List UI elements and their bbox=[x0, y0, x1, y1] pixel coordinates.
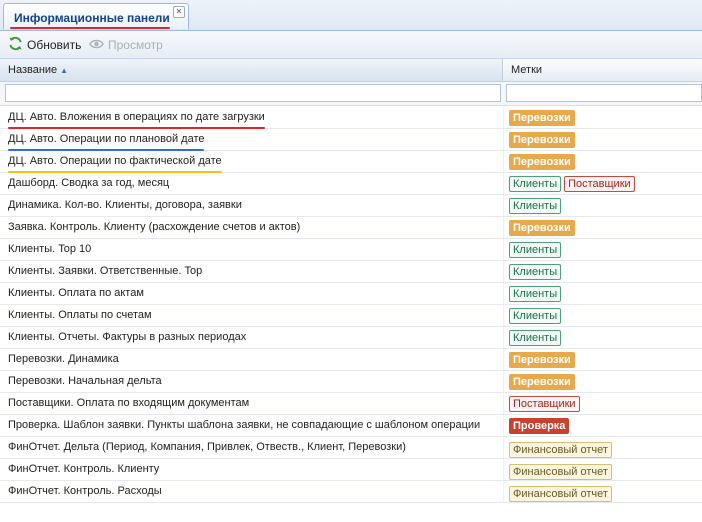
table-row[interactable]: Поставщики. Оплата по входящим документа… bbox=[0, 393, 702, 415]
sort-ascending-icon: ▲ bbox=[60, 66, 69, 75]
column-header-name-label: Название bbox=[8, 64, 58, 76]
tag-badge[interactable]: Клиенты bbox=[509, 330, 562, 346]
tab-info-panels[interactable]: Информационные панели ✕ bbox=[3, 3, 189, 29]
tag-badge[interactable]: Клиенты bbox=[509, 286, 562, 302]
row-name: ДЦ. Авто. Операции по фактической дате bbox=[8, 151, 222, 173]
row-name: ДЦ. Авто. Операции по плановой дате bbox=[8, 129, 204, 151]
tag-badge[interactable]: Финансовый отчет bbox=[509, 464, 612, 480]
row-name: ДЦ. Авто. Вложения в операциях по дате з… bbox=[8, 107, 265, 129]
row-name: Перевозки. Начальная дельта bbox=[8, 375, 162, 387]
row-tags: Клиенты bbox=[509, 198, 562, 214]
column-header-name[interactable]: Название ▲ bbox=[0, 59, 503, 81]
tab-underline-mark bbox=[10, 27, 170, 29]
table-row[interactable]: Перевозки. Динамика Перевозки bbox=[0, 349, 702, 371]
tag-badge[interactable]: Перевозки bbox=[509, 374, 575, 390]
row-name: Клиенты. Заявки. Ответственные. Top bbox=[8, 265, 203, 277]
table-row[interactable]: Клиенты. Оплата по актам Клиенты bbox=[0, 283, 702, 305]
row-name: ФинОтчет. Дельта (Период, Компания, Прив… bbox=[8, 441, 406, 453]
row-tags: Клиенты bbox=[509, 308, 562, 324]
table-row[interactable]: Проверка. Шаблон заявки. Пункты шаблона … bbox=[0, 415, 702, 437]
tab-label: Информационные панели bbox=[14, 11, 170, 25]
refresh-button[interactable]: Обновить bbox=[8, 36, 81, 54]
row-tags: Перевозки bbox=[509, 220, 575, 236]
row-tags: Перевозки bbox=[509, 154, 575, 170]
tag-badge[interactable]: Клиенты bbox=[509, 264, 562, 280]
table-row[interactable]: ДЦ. Авто. Операции по плановой дате Перев… bbox=[0, 129, 702, 151]
tag-badge[interactable]: Перевозки bbox=[509, 110, 575, 126]
tag-badge[interactable]: Клиенты bbox=[509, 176, 562, 192]
row-name: Проверка. Шаблон заявки. Пункты шаблона … bbox=[8, 419, 481, 431]
tag-badge[interactable]: Перевозки bbox=[509, 132, 575, 148]
tag-badge[interactable]: Перевозки bbox=[509, 154, 575, 170]
table-row[interactable]: ДЦ. Авто. Операции по фактической дате Пе… bbox=[0, 151, 702, 173]
row-tags: Перевозки bbox=[509, 352, 575, 368]
tag-badge[interactable]: Клиенты bbox=[509, 308, 562, 324]
refresh-label: Обновить bbox=[27, 38, 82, 52]
filter-row bbox=[0, 82, 702, 106]
row-tags: Проверка bbox=[509, 418, 570, 434]
view-label: Просмотр bbox=[108, 38, 163, 52]
row-tags: Перевозки bbox=[509, 132, 575, 148]
table-row[interactable]: Клиенты. Отчеты. Фактуры в разных период… bbox=[0, 327, 702, 349]
row-tags: Клиенты bbox=[509, 286, 562, 302]
table-row[interactable]: Динамика. Кол-во. Клиенты, договора, зая… bbox=[0, 195, 702, 217]
tags-filter-input[interactable] bbox=[506, 84, 702, 102]
row-tags: Поставщики bbox=[509, 396, 580, 412]
row-name: Поставщики. Оплата по входящим документа… bbox=[8, 397, 250, 409]
tag-badge[interactable]: Финансовый отчет bbox=[509, 486, 612, 502]
close-icon[interactable]: ✕ bbox=[173, 6, 185, 18]
row-name: Перевозки. Динамика bbox=[8, 353, 119, 365]
table-row[interactable]: Перевозки. Начальная дельта Перевозки bbox=[0, 371, 702, 393]
toolbar: Обновить Просмотр bbox=[0, 31, 702, 59]
table-row[interactable]: ФинОтчет. Дельта (Период, Компания, Прив… bbox=[0, 437, 702, 459]
tag-badge[interactable]: Поставщики bbox=[509, 396, 580, 412]
row-name: Клиенты. Отчеты. Фактуры в разных период… bbox=[8, 331, 247, 343]
row-name: ФинОтчет. Контроль. Клиенту bbox=[8, 463, 160, 475]
row-tags: Клиенты bbox=[509, 330, 562, 346]
row-tags: Клиенты bbox=[509, 264, 562, 280]
row-name: Дашборд. Сводка за год, месяц bbox=[8, 177, 170, 189]
tag-badge[interactable]: Перевозки bbox=[509, 352, 575, 368]
table-row[interactable]: Клиенты. Заявки. Ответственные. Top Клиен… bbox=[0, 261, 702, 283]
tag-badge[interactable]: Поставщики bbox=[564, 176, 635, 192]
refresh-icon bbox=[8, 36, 23, 54]
table-row[interactable]: Заявка. Контроль. Клиенту (расхождение с… bbox=[0, 217, 702, 239]
tag-badge[interactable]: Перевозки bbox=[509, 220, 575, 236]
row-tags: Клиенты Поставщики bbox=[509, 176, 635, 192]
row-name: Клиенты. Оплаты по счетам bbox=[8, 309, 152, 321]
name-filter-input[interactable] bbox=[5, 84, 501, 102]
row-tags: Клиенты bbox=[509, 242, 562, 258]
table-row[interactable]: ФинОтчет. Контроль. Клиенту Финансовый от… bbox=[0, 459, 702, 481]
eye-icon bbox=[89, 38, 104, 53]
row-tags: Перевозки bbox=[509, 110, 575, 126]
row-name: ФинОтчет. Контроль. Расходы bbox=[8, 485, 162, 497]
view-button[interactable]: Просмотр bbox=[89, 36, 163, 54]
table-row[interactable]: Клиенты. Top 10 Клиенты bbox=[0, 239, 702, 261]
tag-badge[interactable]: Клиенты bbox=[509, 242, 562, 258]
row-name: Клиенты. Оплата по актам bbox=[8, 287, 144, 299]
row-name: Заявка. Контроль. Клиенту (расхождение с… bbox=[8, 221, 301, 233]
grid-header: Название ▲ Метки bbox=[0, 59, 702, 82]
row-name: Динамика. Кол-во. Клиенты, договора, зая… bbox=[8, 199, 242, 211]
tab-strip: Информационные панели ✕ bbox=[0, 0, 702, 31]
column-header-tags[interactable]: Метки bbox=[503, 59, 702, 81]
tag-badge[interactable]: Финансовый отчет bbox=[509, 442, 612, 458]
tag-badge[interactable]: Проверка bbox=[509, 418, 570, 434]
grid-body: ДЦ. Авто. Вложения в операциях по дате з… bbox=[0, 107, 702, 503]
tag-badge[interactable]: Клиенты bbox=[509, 198, 562, 214]
column-header-tags-label: Метки bbox=[511, 64, 543, 76]
table-row[interactable]: Клиенты. Оплаты по счетам Клиенты bbox=[0, 305, 702, 327]
table-row[interactable]: ДЦ. Авто. Вложения в операциях по дате з… bbox=[0, 107, 702, 129]
table-row[interactable]: Дашборд. Сводка за год, месяц Клиенты Пост… bbox=[0, 173, 702, 195]
row-tags: Перевозки bbox=[509, 374, 575, 390]
row-name: Клиенты. Top 10 bbox=[8, 243, 92, 255]
table-row[interactable]: ФинОтчет. Контроль. Расходы Финансовый от… bbox=[0, 481, 702, 503]
